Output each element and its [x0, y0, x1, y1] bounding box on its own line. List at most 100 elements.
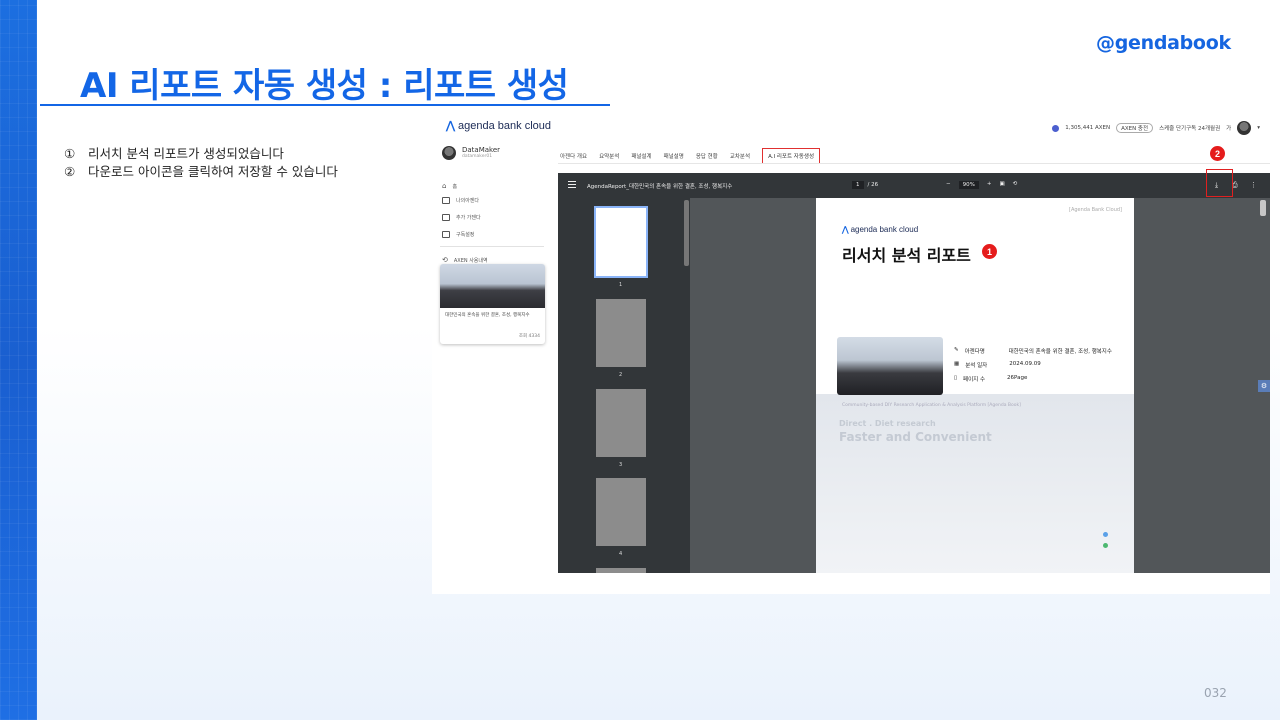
coin-icon — [1052, 124, 1060, 132]
history-icon: ⟲ — [442, 256, 448, 264]
pdf-viewer: AgendaReport_대한민국의 혼속을 위한 결혼, 조성, 행복지수 1… — [558, 169, 1270, 573]
report-photo — [837, 337, 943, 395]
decorative-dot — [1103, 543, 1108, 548]
band-pattern — [0, 0, 37, 720]
title-underline — [40, 104, 610, 106]
folder-icon — [442, 197, 450, 204]
card-photo — [440, 264, 545, 308]
thumbnail-page-4[interactable] — [596, 478, 646, 546]
thumbnail-label: 4 — [619, 551, 623, 557]
thumbnail-page-5[interactable] — [596, 568, 646, 573]
page-total: / 26 — [867, 182, 879, 188]
callout-badge-2: 2 — [1210, 146, 1225, 161]
pdf-pager: 1 / 26 — [852, 181, 878, 189]
step-number: ① — [64, 146, 76, 161]
logo-mark-icon: ⋀ — [842, 225, 849, 234]
tab-panel-design[interactable]: 패널설계 — [631, 152, 651, 160]
card-view-count: 조회 4334 — [518, 334, 540, 339]
sidebar-item-home[interactable]: ⌂ 홈 — [442, 182, 457, 190]
fit-page-icon[interactable]: ▣ — [999, 181, 1004, 189]
thumbnail-label: 1 — [619, 282, 623, 288]
page-input[interactable]: 1 — [852, 181, 864, 189]
document-icon: ▯ — [954, 375, 958, 381]
sidebar-item-subscription[interactable]: 구독설정 — [442, 231, 474, 238]
step-text: 다운로드 아이콘을 클릭하여 저장할 수 있습니다 — [88, 164, 338, 179]
more-options-icon[interactable]: ⋮ — [1250, 181, 1257, 189]
tab-summary[interactable]: 요약분석 — [599, 152, 619, 160]
step-number: ② — [64, 164, 76, 179]
coin-balance: 1,305,441 AXEN — [1065, 125, 1111, 131]
plan-label[interactable]: 스케줄 단기구독 24개월권 — [1159, 124, 1220, 132]
tabs-divider — [558, 163, 1270, 164]
sidebar-item-label: 추가 가젠다 — [456, 215, 481, 221]
pdf-page: [Agenda Bank Cloud] ⋀ agenda bank cloud 리… — [816, 198, 1134, 573]
thumbnail-page-1[interactable] — [594, 206, 648, 278]
charge-button[interactable]: AXEN 충전 — [1116, 123, 1154, 133]
calendar-icon: ▦ — [954, 361, 960, 367]
sidebar-item-label: 구독설정 — [456, 232, 475, 238]
home-icon: ⌂ — [442, 182, 447, 190]
app-logo-text: agenda bank cloud — [458, 120, 551, 132]
monitor-icon — [442, 231, 450, 238]
zoom-controls: − 90% + ▣ ⟲ — [946, 181, 1017, 189]
app-logo[interactable]: ⋀ agenda bank cloud — [446, 119, 551, 132]
report-logo: ⋀ agenda bank cloud — [842, 225, 918, 234]
settings-gear-icon[interactable]: ⚙ — [1258, 380, 1270, 392]
thumbnail-label: 2 — [619, 372, 623, 378]
sidebar-item-label: AXEN 사용내역 — [453, 257, 488, 264]
language-button[interactable]: 가 — [1226, 124, 1231, 132]
left-decorative-band — [0, 0, 37, 720]
user-menu-chevron-icon[interactable]: ▾ — [1257, 125, 1260, 131]
report-tabs: 아젠다 개요 요약분석 패널설계 패널설명 응답 현황 교차분석 A.I 리포트… — [560, 148, 821, 164]
meta-key: 아젠다명 — [964, 349, 985, 355]
sidebar-item-add-agenda[interactable]: 추가 가젠다 — [442, 214, 481, 221]
app-header: ⋀ agenda bank cloud 1,305,441 AXEN AXEN 충… — [432, 112, 1270, 140]
zoom-in-icon[interactable]: + — [987, 181, 992, 189]
edit-icon: ✎ — [954, 347, 959, 353]
tab-agenda-overview[interactable]: 아젠다 개요 — [560, 152, 587, 160]
tab-response-status[interactable]: 응답 현황 — [696, 152, 718, 160]
sidebar-item-my-agenda[interactable]: 나의아젠다 — [442, 197, 479, 204]
menu-icon[interactable] — [568, 181, 576, 188]
sidebar-item-axen-history[interactable]: ⟲ AXEN 사용내역 — [442, 256, 488, 264]
brand-logo: @gendabook — [1096, 32, 1231, 54]
report-tagline: Community-based DIY Research Application… — [842, 403, 1021, 408]
callout-badge-1: 1 — [982, 244, 997, 259]
header-right: 1,305,441 AXEN AXEN 충전 스케줄 단기구독 24개월권 가 … — [1052, 121, 1260, 135]
sidebar: DataMaker datamaker01 ⌂ 홈 나의아젠다 추가 가젠다 구… — [432, 140, 552, 594]
steps-list: ① 리서치 분석 리포트가 생성되었습니다 ② 다운로드 아이콘을 클릭하여 저… — [64, 145, 338, 181]
profile[interactable]: DataMaker datamaker01 — [442, 146, 500, 160]
agenda-card[interactable]: 대한민국의 혼속을 위한 결혼, 조성, 행복지수 조회 4334 — [440, 264, 545, 344]
step-text: 리서치 분석 리포트가 생성되었습니다 — [88, 146, 284, 161]
thumbnail-panel: 1 2 3 4 — [558, 198, 690, 573]
app-screenshot: ⋀ agenda bank cloud 1,305,441 AXEN AXEN 충… — [432, 112, 1270, 594]
decorative-dot — [1103, 532, 1108, 537]
page-title: AI 리포트 자동 생성 : 리포트 생성 — [80, 66, 569, 106]
thumbnail-scrollbar[interactable] — [684, 200, 689, 266]
slide-page-number: 032 — [1204, 686, 1227, 700]
tab-ai-report[interactable]: A.I 리포트 자동생성 — [762, 148, 821, 164]
thumbnail-page-2[interactable] — [596, 299, 646, 367]
thumbnail-label: 3 — [619, 462, 623, 468]
step-2: ② 다운로드 아이콘을 클릭하여 저장할 수 있습니다 — [64, 163, 338, 181]
rotate-icon[interactable]: ⟲ — [1013, 181, 1018, 189]
pdf-toolbar: AgendaReport_대한민국의 혼속을 위한 결혼, 조성, 행복지수 1… — [558, 169, 1270, 198]
pdf-filename: AgendaReport_대한민국의 혼속을 위한 결혼, 조성, 행복지수 — [587, 184, 733, 190]
card-title: 대한민국의 혼속을 위한 결혼, 조성, 행복지수 — [445, 313, 530, 318]
meta-row-agenda: ✎ 아젠다명 대한민국의 혼속을 위한 결혼, 조성, 행복지수 — [954, 347, 1112, 355]
meta-key: 페이지 수 — [963, 377, 986, 383]
zoom-level[interactable]: 90% — [958, 181, 979, 189]
thumbnail-page-3[interactable] — [596, 389, 646, 457]
tab-panel-desc[interactable]: 패널설명 — [664, 152, 684, 160]
tab-cross-analysis[interactable]: 교차분석 — [730, 152, 750, 160]
report-logo-text: agenda bank cloud — [850, 225, 919, 234]
download-highlight-box — [1206, 169, 1233, 197]
user-avatar[interactable] — [1237, 121, 1252, 135]
zoom-out-icon[interactable]: − — [946, 181, 951, 189]
sidebar-item-label: 홈 — [452, 183, 458, 190]
page-scrollbar[interactable] — [1260, 200, 1266, 216]
meta-value: 2024.09.09 — [1009, 361, 1041, 367]
step-1: ① 리서치 분석 리포트가 생성되었습니다 — [64, 145, 338, 163]
report-source: [Agenda Bank Cloud] — [1069, 207, 1122, 213]
sidebar-divider — [440, 246, 544, 247]
